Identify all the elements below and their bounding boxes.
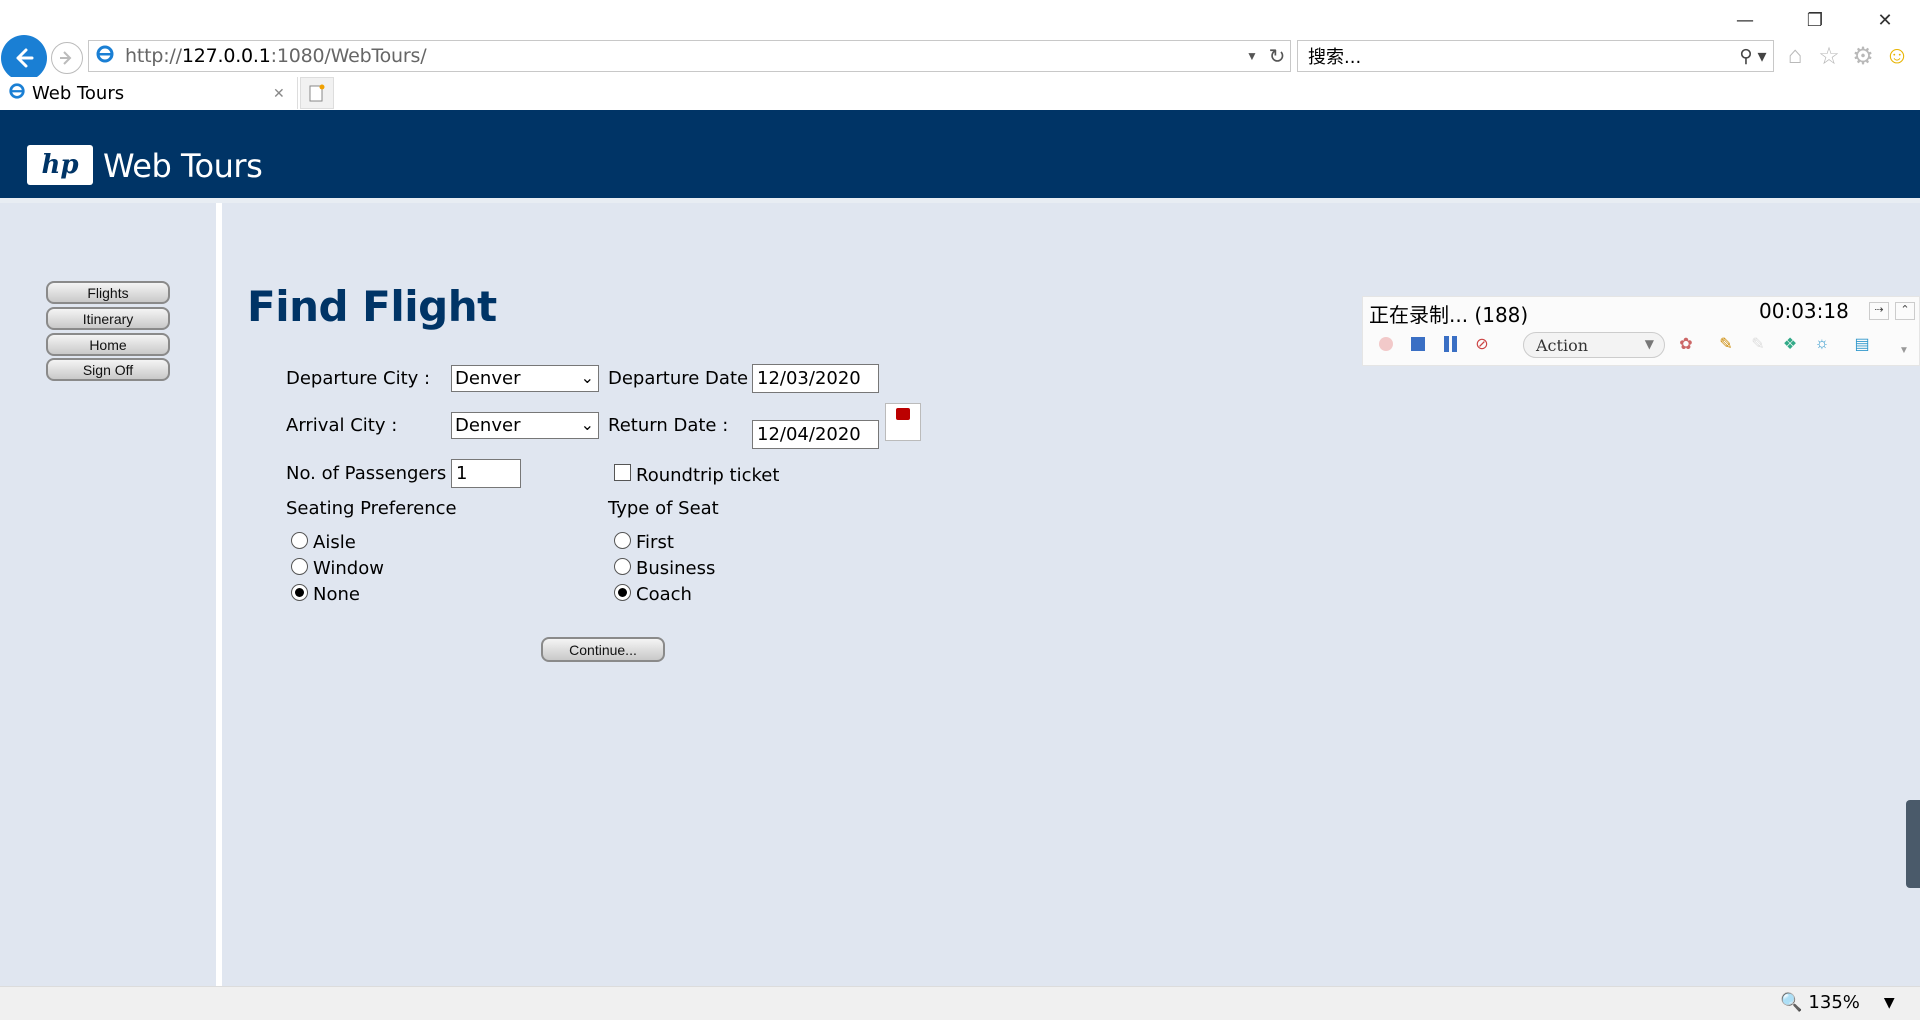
seat-coach-label: Coach: [636, 584, 692, 605]
more-tools-icon[interactable]: ▼: [1893, 339, 1915, 361]
arrow-right-icon: [60, 51, 72, 65]
browser-chrome: — ❐ ✕ http://127.0.0.1:1080/WebTours/ ▼ …: [0, 0, 1920, 110]
insert-step-icon[interactable]: ✿: [1675, 333, 1697, 355]
seating-window-radio[interactable]: [291, 558, 308, 575]
new-tab-button[interactable]: [300, 77, 334, 109]
end-transaction-icon[interactable]: ✎: [1747, 333, 1769, 355]
zoom-level: 135%: [1808, 992, 1860, 1013]
address-url[interactable]: http://127.0.0.1:1080/WebTours/: [125, 45, 1246, 67]
departure-city-label: Departure City :: [286, 368, 431, 389]
recording-toolbar: 正在录制... (188) 00:03:18 ⇢ ⌃ ⊘ Action ▼ ✿ …: [1362, 296, 1920, 366]
roundtrip-checkbox[interactable]: [614, 464, 631, 481]
page-title: Find Flight: [247, 282, 497, 331]
browser-toolbar: ⌂ ☆ ⚙ ☺: [1782, 41, 1910, 71]
new-tab-icon: [309, 84, 325, 102]
seat-coach-radio[interactable]: [614, 584, 631, 601]
ie-tab-icon: [8, 82, 26, 105]
calendar-icon: [896, 408, 910, 420]
search-input[interactable]: 搜索...: [1308, 43, 1733, 69]
restore-button[interactable]: ❐: [1780, 0, 1850, 40]
start-transaction-icon[interactable]: ✎: [1715, 333, 1737, 355]
seating-aisle-radio[interactable]: [291, 532, 308, 549]
passengers-input[interactable]: 1: [451, 459, 521, 488]
chevron-down-icon: ⌄: [580, 368, 594, 387]
arrival-city-label: Arrival City :: [286, 415, 398, 436]
continue-button[interactable]: Continue...: [541, 637, 665, 662]
pause-icon[interactable]: [1439, 333, 1461, 355]
departure-city-select[interactable]: Denver ⌄: [451, 365, 599, 392]
return-date-label: Return Date :: [608, 415, 729, 436]
search-box[interactable]: 搜索... ⚲ ▾: [1297, 40, 1774, 72]
calendar-button[interactable]: [885, 403, 921, 441]
seat-business-radio[interactable]: [614, 558, 631, 575]
address-bar[interactable]: http://127.0.0.1:1080/WebTours/ ▼ ↻: [88, 40, 1291, 72]
brand-title: Web Tours: [103, 147, 263, 185]
departure-date-label: Departure Date :: [608, 368, 760, 389]
seating-aisle-label: Aisle: [313, 532, 356, 553]
record-icon[interactable]: [1375, 333, 1397, 355]
window-controls: — ❐ ✕: [1710, 0, 1920, 40]
favorites-star-icon[interactable]: ☆: [1816, 41, 1842, 71]
recording-status: 正在录制... (188): [1369, 303, 1529, 327]
action-select[interactable]: Action ▼: [1523, 332, 1665, 358]
rendezvous-icon[interactable]: ❖: [1779, 333, 1801, 355]
seating-preference-label: Seating Preference: [286, 498, 457, 519]
browser-status-bar: 🔍 135% ▼: [0, 986, 1920, 1020]
pin-icon[interactable]: ⇢: [1869, 302, 1889, 320]
search-icon[interactable]: ⚲ ▾: [1733, 46, 1773, 67]
arrow-left-icon: [16, 48, 34, 68]
minimize-button[interactable]: —: [1710, 0, 1780, 40]
departure-date-input[interactable]: 12/03/2020: [752, 364, 879, 393]
seating-none-radio[interactable]: [291, 584, 308, 601]
recording-timer: 00:03:18: [1759, 299, 1849, 323]
gear-icon[interactable]: ⚙: [1850, 41, 1876, 71]
seat-type-label: Type of Seat: [608, 498, 719, 519]
site-banner: [0, 110, 1920, 198]
side-panel-handle[interactable]: [1906, 800, 1920, 888]
stop-icon[interactable]: [1407, 333, 1429, 355]
return-date-input[interactable]: 12/04/2020: [752, 420, 879, 449]
action-select-value: Action: [1536, 335, 1588, 355]
arrival-city-value: Denver: [455, 415, 521, 436]
refresh-icon[interactable]: ↻: [1264, 44, 1290, 69]
seating-window-label: Window: [313, 558, 384, 579]
zoom-control[interactable]: 🔍 135% ▼: [1780, 992, 1895, 1013]
nav-home-button[interactable]: Home: [46, 333, 170, 356]
passengers-label: No. of Passengers :: [286, 463, 459, 484]
chevron-down-icon: ⌄: [580, 415, 594, 434]
seat-first-label: First: [636, 532, 674, 553]
cancel-recording-icon[interactable]: ⊘: [1471, 333, 1493, 355]
home-icon[interactable]: ⌂: [1782, 41, 1808, 71]
forward-button[interactable]: [51, 42, 83, 74]
chevron-down-icon: ▼: [1644, 337, 1654, 351]
back-button[interactable]: [1, 35, 47, 81]
roundtrip-label: Roundtrip ticket: [636, 465, 780, 486]
close-window-button[interactable]: ✕: [1850, 0, 1920, 40]
close-tab-icon[interactable]: ✕: [273, 85, 297, 102]
arrival-city-select[interactable]: Denver ⌄: [451, 412, 599, 439]
hp-logo: hp: [27, 145, 93, 185]
collapse-icon[interactable]: ⌃: [1895, 302, 1915, 320]
smiley-feedback-icon[interactable]: ☺: [1884, 41, 1910, 71]
ie-icon: [95, 44, 117, 69]
nav-sign-off-button[interactable]: Sign Off: [46, 358, 170, 381]
departure-city-value: Denver: [455, 368, 521, 389]
chevron-down-icon: ▼: [1883, 994, 1895, 1011]
tab-web-tours[interactable]: Web Tours ✕: [0, 77, 298, 109]
tab-title: Web Tours: [32, 82, 125, 104]
seat-first-radio[interactable]: [614, 532, 631, 549]
address-dropdown-icon[interactable]: ▼: [1246, 49, 1264, 63]
zoom-icon: 🔍: [1780, 992, 1803, 1013]
seat-business-label: Business: [636, 558, 716, 579]
comment-icon[interactable]: ☼: [1811, 333, 1833, 355]
nav-flights-button[interactable]: Flights: [46, 281, 170, 304]
checkpoint-icon[interactable]: ▤: [1851, 333, 1873, 355]
nav-itinerary-button[interactable]: Itinerary: [46, 307, 170, 330]
seating-none-label: None: [313, 584, 360, 605]
